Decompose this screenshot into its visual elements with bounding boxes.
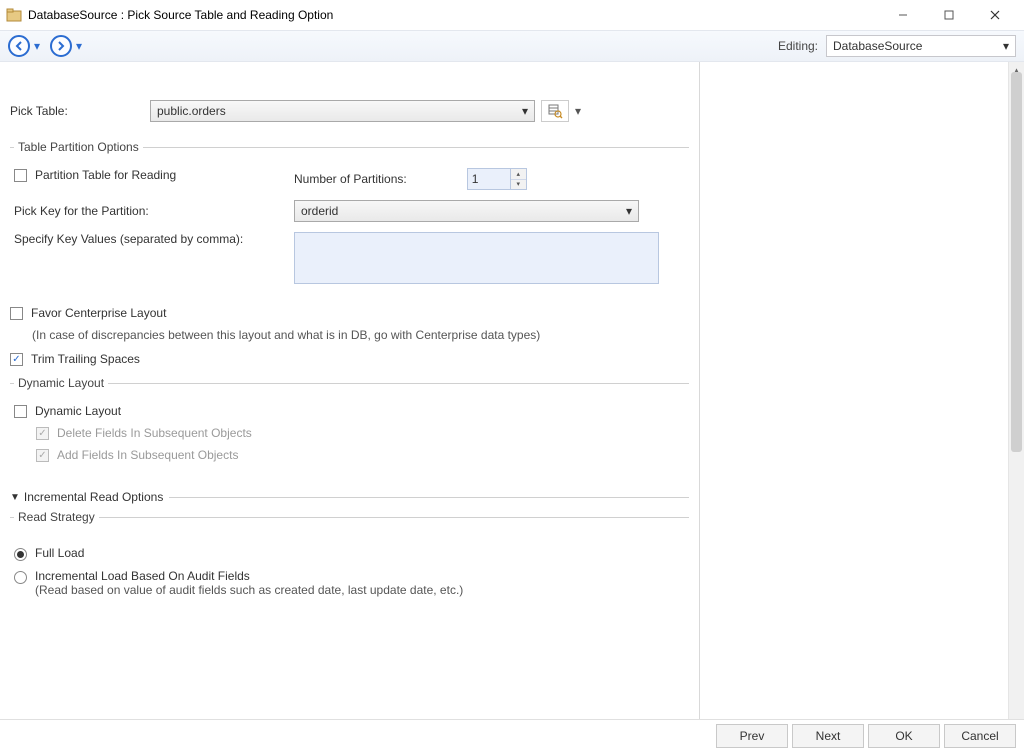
dynamic-layout-label: Dynamic Layout — [35, 404, 121, 418]
main-panel: Pick Table: public.orders ▾ ▾ Table Part… — [0, 62, 700, 720]
window-title: DatabaseSource : Pick Source Table and R… — [28, 8, 880, 22]
num-partitions-spinner[interactable]: 1 ▴ ▾ — [467, 168, 527, 190]
pick-table-combo[interactable]: public.orders ▾ — [150, 100, 535, 122]
num-partitions-label: Number of Partitions: — [294, 172, 407, 186]
add-fields-checkbox — [36, 449, 49, 462]
pick-table-row: Pick Table: public.orders ▾ ▾ — [10, 100, 689, 122]
incremental-expander[interactable]: ▼ Incremental Read Options — [10, 490, 689, 504]
editing-select[interactable]: DatabaseSource ▾ — [826, 35, 1016, 57]
footer-bar: Prev Next OK Cancel — [0, 720, 1024, 752]
chevron-down-icon: ▾ — [626, 204, 632, 218]
partition-checkbox-label: Partition Table for Reading — [35, 168, 176, 182]
delete-fields-label: Delete Fields In Subsequent Objects — [57, 426, 252, 440]
nav-back-button[interactable] — [8, 35, 30, 57]
delete-fields-checkbox — [36, 427, 49, 440]
editing-label: Editing: — [778, 39, 818, 53]
maximize-button[interactable] — [926, 0, 972, 30]
spinner-up-button[interactable]: ▴ — [511, 169, 526, 180]
num-partitions-value[interactable]: 1 — [467, 168, 511, 190]
incremental-load-label: Incremental Load Based On Audit Fields — [35, 569, 463, 583]
minimize-button[interactable] — [880, 0, 926, 30]
ok-label: OK — [895, 729, 912, 743]
incremental-load-radio[interactable] — [14, 571, 27, 584]
trim-spaces-row: Trim Trailing Spaces — [10, 352, 689, 366]
ok-button[interactable]: OK — [868, 724, 940, 748]
incremental-header: Incremental Read Options — [24, 490, 163, 504]
trim-spaces-label: Trim Trailing Spaces — [31, 352, 140, 366]
vertical-scrollbar[interactable]: ▴ — [1008, 62, 1024, 720]
pick-key-combo[interactable]: orderid ▾ — [294, 200, 639, 222]
close-button[interactable] — [972, 0, 1018, 30]
prev-button[interactable]: Prev — [716, 724, 788, 748]
title-bar: DatabaseSource : Pick Source Table and R… — [0, 0, 1024, 30]
specify-key-input[interactable] — [294, 232, 659, 284]
dynamic-layout-row: Dynamic Layout — [14, 404, 685, 418]
detail-panel: ▴ — [700, 62, 1024, 720]
specify-key-label: Specify Key Values (separated by comma): — [14, 232, 294, 246]
favor-layout-checkbox[interactable] — [10, 307, 23, 320]
scroll-thumb[interactable] — [1011, 72, 1022, 452]
nav-forward-button[interactable] — [50, 35, 72, 57]
next-label: Next — [816, 729, 841, 743]
full-load-radio[interactable] — [14, 548, 27, 561]
delete-fields-row: Delete Fields In Subsequent Objects — [36, 426, 685, 440]
partition-legend: Table Partition Options — [14, 140, 143, 154]
add-fields-row: Add Fields In Subsequent Objects — [36, 448, 685, 462]
pick-table-value: public.orders — [157, 104, 226, 118]
incremental-load-row: Incremental Load Based On Audit Fields (… — [14, 569, 685, 597]
read-strategy-group: Read Strategy Full Load Incremental Load… — [10, 510, 689, 609]
chevron-down-icon: ▾ — [1003, 39, 1009, 53]
database-source-icon — [6, 7, 22, 23]
next-button[interactable]: Next — [792, 724, 864, 748]
favor-layout-hint: (In case of discrepancies between this l… — [32, 328, 689, 342]
dynamic-layout-checkbox[interactable] — [14, 405, 27, 418]
browse-table-dropdown[interactable]: ▾ — [571, 100, 585, 122]
browse-table-button[interactable] — [541, 100, 569, 122]
nav-back-dropdown[interactable]: ▾ — [32, 39, 42, 53]
pick-table-label: Pick Table: — [10, 104, 150, 118]
full-load-row: Full Load — [14, 546, 685, 561]
cancel-label: Cancel — [961, 729, 998, 743]
content-area: Pick Table: public.orders ▾ ▾ Table Part… — [0, 62, 1024, 720]
partition-checkbox[interactable] — [14, 169, 27, 182]
pick-key-value: orderid — [301, 204, 338, 218]
prev-label: Prev — [740, 729, 765, 743]
cancel-button[interactable]: Cancel — [944, 724, 1016, 748]
editing-value: DatabaseSource — [833, 39, 922, 53]
partition-enable-row: Partition Table for Reading — [14, 168, 294, 182]
incremental-load-desc: (Read based on value of audit fields suc… — [35, 583, 463, 597]
read-strategy-legend: Read Strategy — [14, 510, 99, 524]
trim-spaces-checkbox[interactable] — [10, 353, 23, 366]
dynamic-layout-group: Dynamic Layout Dynamic Layout Delete Fie… — [10, 376, 689, 474]
chevron-down-icon: ▾ — [522, 104, 528, 118]
pick-key-label: Pick Key for the Partition: — [14, 204, 294, 218]
add-fields-label: Add Fields In Subsequent Objects — [57, 448, 238, 462]
collapse-icon: ▼ — [10, 492, 20, 503]
navigation-bar: ▾ ▾ Editing: DatabaseSource ▾ — [0, 30, 1024, 62]
nav-forward-dropdown[interactable]: ▾ — [74, 39, 84, 53]
partition-group: Table Partition Options Partition Table … — [10, 140, 689, 288]
full-load-label: Full Load — [35, 546, 84, 560]
dynamic-layout-legend: Dynamic Layout — [14, 376, 108, 390]
spinner-down-button[interactable]: ▾ — [511, 180, 526, 190]
favor-layout-label: Favor Centerprise Layout — [31, 306, 166, 320]
favor-layout-row: Favor Centerprise Layout — [10, 306, 689, 320]
